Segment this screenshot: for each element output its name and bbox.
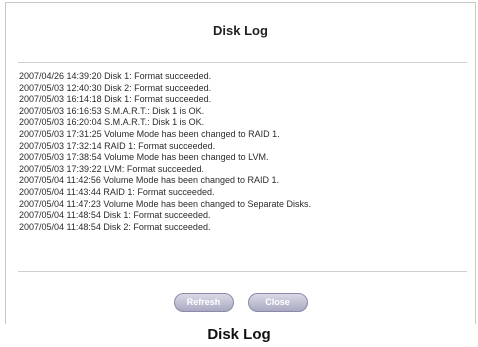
button-bar: Refresh Close xyxy=(6,293,475,313)
log-entry: 2007/05/04 11:48:54 Disk 1: Format succe… xyxy=(19,210,211,221)
close-button[interactable]: Close xyxy=(247,293,308,312)
log-list: 2007/04/26 14:39:20 Disk 1: Format succe… xyxy=(19,71,469,233)
log-entry: 2007/04/26 14:39:20 Disk 1: Format succe… xyxy=(19,71,212,81)
disk-log-dialog: Disk Log 2007/04/26 14:39:20 Disk 1: For… xyxy=(5,2,476,324)
log-entry: 2007/05/03 16:20:04 S.M.A.R.T.: Disk 1 i… xyxy=(19,117,205,128)
log-entry: 2007/05/04 11:42:56 Volume Mode has been… xyxy=(19,175,280,186)
log-entry: 2007/05/03 17:39:22 LVM: Format succeede… xyxy=(19,163,204,174)
log-entry: 2007/05/04 11:48:54 Disk 2: Format succe… xyxy=(19,221,211,232)
log-entry: 2007/05/04 11:47:23 Volume Mode has been… xyxy=(19,198,312,209)
dialog-title: Disk Log xyxy=(213,23,268,38)
log-entry: 2007/05/04 11:43:44 RAID 1: Format succe… xyxy=(19,186,215,197)
top-divider xyxy=(18,62,467,63)
refresh-button[interactable]: Refresh xyxy=(173,293,234,312)
bottom-divider xyxy=(18,271,467,272)
log-entry: 2007/05/03 12:40:30 Disk 2: Format succe… xyxy=(19,82,212,93)
log-entry: 2007/05/03 17:38:54 Volume Mode has been… xyxy=(19,152,269,163)
log-entry: 2007/05/03 17:32:14 RAID 1: Format succe… xyxy=(19,140,216,151)
log-entry: 2007/05/03 16:16:53 S.M.A.R.T.: Disk 1 i… xyxy=(19,105,205,116)
log-entry: 2007/05/03 17:31:25 Volume Mode has been… xyxy=(19,128,280,139)
figure-caption: Disk Log xyxy=(207,326,271,343)
log-entry: 2007/05/03 16:14:18 Disk 1: Format succe… xyxy=(19,94,212,105)
